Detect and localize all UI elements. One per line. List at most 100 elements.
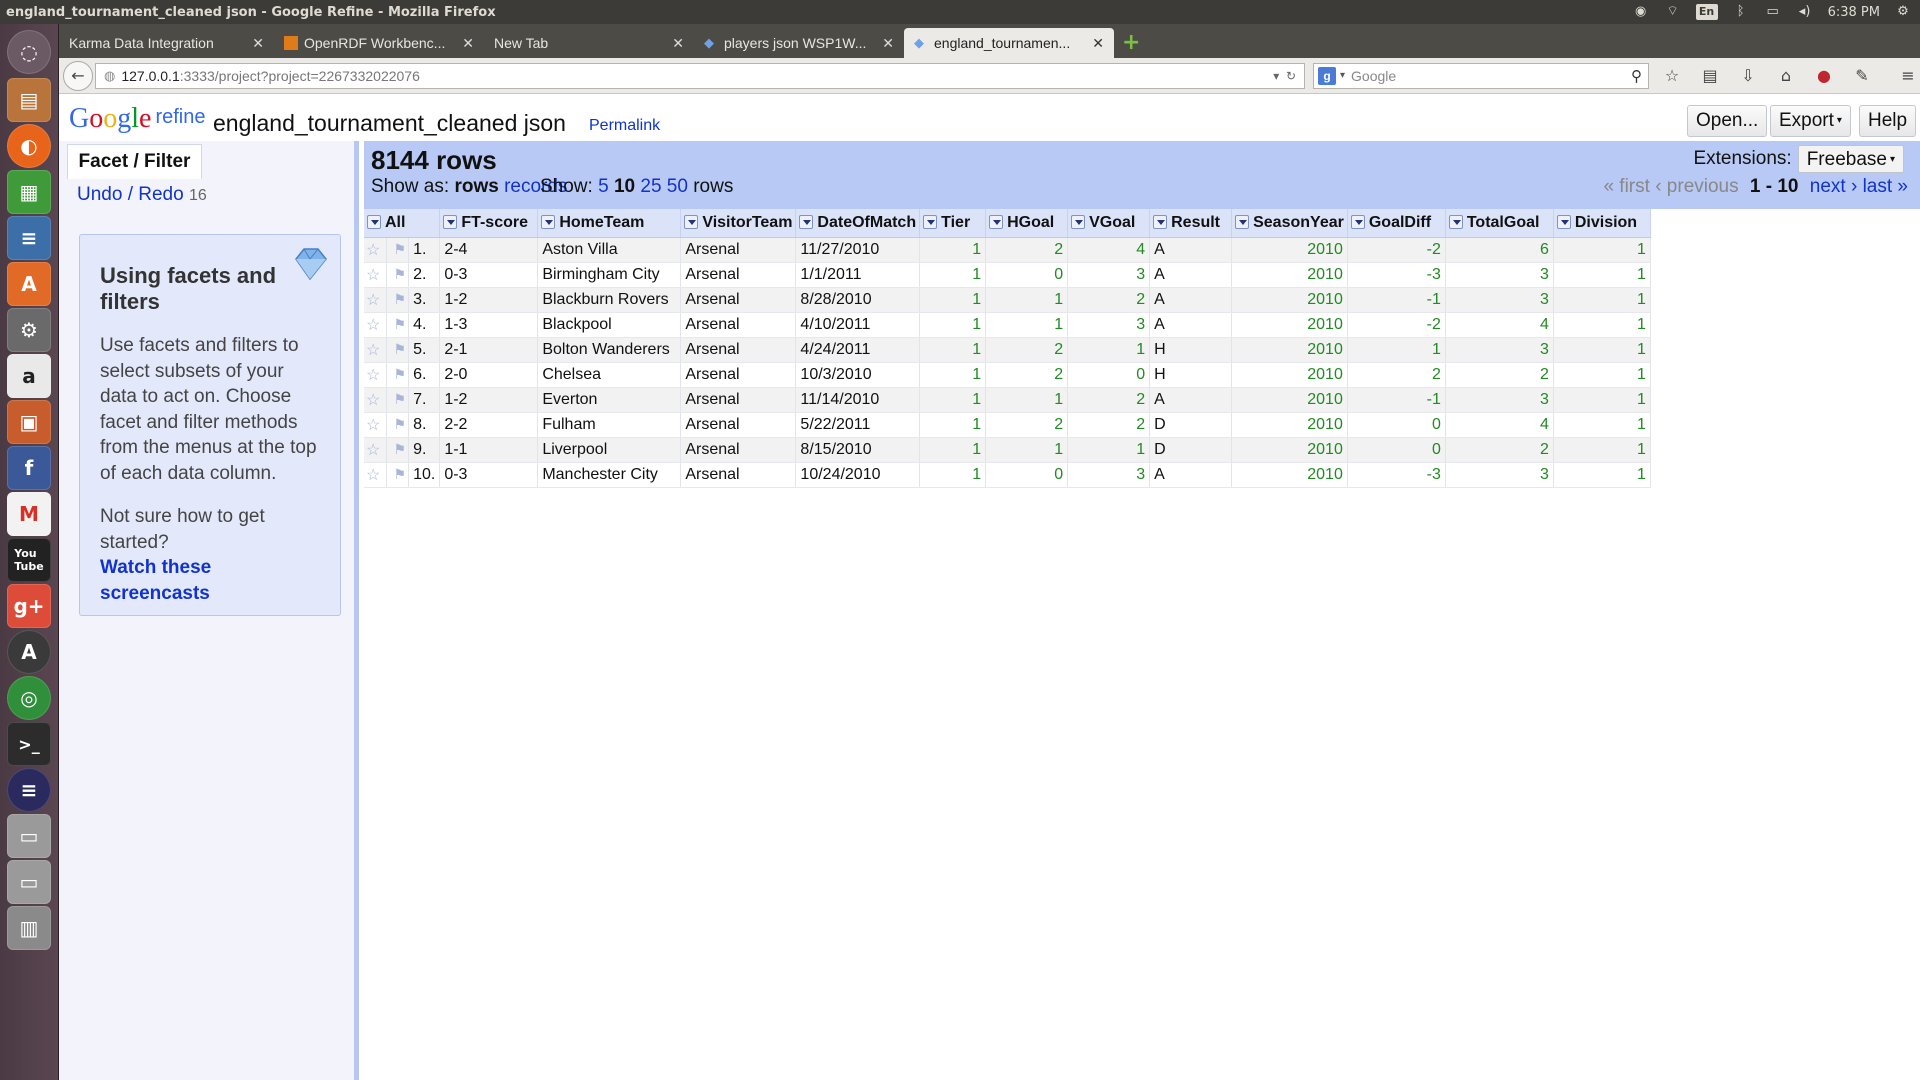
table-cell[interactable]: Arsenal — [680, 312, 797, 338]
amazon-icon[interactable]: a — [7, 354, 51, 398]
table-cell[interactable]: 2010 — [1231, 462, 1348, 488]
table-cell[interactable]: 4/24/2011 — [795, 337, 921, 363]
page-size-10[interactable]: 10 — [614, 176, 635, 197]
adblock-icon[interactable]: ● — [1815, 66, 1833, 85]
table-cell[interactable]: Blackburn Rovers — [537, 287, 682, 313]
table-cell[interactable]: 11/27/2010 — [795, 237, 921, 263]
table-cell[interactable]: -1 — [1347, 387, 1446, 413]
close-icon[interactable]: ✕ — [672, 35, 684, 52]
table-cell[interactable]: H — [1149, 337, 1233, 363]
table-cell[interactable]: 2010 — [1231, 437, 1348, 463]
table-cell[interactable]: 4 — [1067, 237, 1151, 263]
flag-icon[interactable]: ⚑ — [394, 366, 407, 382]
table-cell[interactable]: 2 — [985, 337, 1069, 363]
system-settings-icon[interactable]: ⚙ — [7, 308, 51, 352]
table-cell[interactable]: 1 — [1553, 237, 1651, 263]
table-cell[interactable]: 2010 — [1231, 362, 1348, 388]
star-icon[interactable]: ☆ — [366, 467, 380, 484]
table-cell[interactable]: 2010 — [1231, 412, 1348, 438]
search-input[interactable]: g ▾ Google ⚲ — [1313, 62, 1649, 89]
table-cell[interactable]: A — [1149, 262, 1233, 288]
column-header-dateofmatch[interactable]: DateOfMatch — [795, 209, 921, 238]
chrome-tray-icon[interactable]: ◉ — [1632, 4, 1650, 20]
url-bar[interactable]: ◍ 127.0.0.1:3333/project?project=2267332… — [95, 62, 1305, 89]
search-icon[interactable]: ⚲ — [1631, 67, 1648, 85]
table-cell[interactable]: 1 — [919, 412, 987, 438]
eclipse-icon[interactable]: ≡ — [7, 768, 51, 812]
software-center-icon[interactable]: A — [7, 262, 51, 306]
table-cell[interactable]: 1 — [985, 312, 1069, 338]
table-cell[interactable]: Arsenal — [680, 287, 797, 313]
pager-last[interactable]: last » — [1863, 176, 1908, 197]
table-cell[interactable]: A — [1149, 462, 1233, 488]
table-cell[interactable]: 1 — [1553, 362, 1651, 388]
table-cell[interactable]: 2-2 — [439, 412, 539, 438]
flag-icon[interactable]: ⚑ — [394, 341, 407, 357]
table-cell[interactable]: Liverpool — [537, 437, 682, 463]
table-cell[interactable]: 1 — [919, 362, 987, 388]
table-cell[interactable]: 4/10/2011 — [795, 312, 921, 338]
writer-icon[interactable]: ≡ — [7, 216, 51, 260]
wifi-icon[interactable]: ⌔ — [1664, 4, 1682, 20]
battery-icon[interactable]: ▭ — [1764, 4, 1782, 20]
flag-icon[interactable]: ⚑ — [394, 441, 407, 457]
table-cell[interactable]: 3 — [1445, 387, 1554, 413]
tab-england-tournament[interactable]: ◆ england_tournamen... ✕ — [904, 28, 1114, 58]
table-cell[interactable]: -1 — [1347, 287, 1446, 313]
close-icon[interactable]: ✕ — [462, 35, 474, 52]
column-menu-icon[interactable] — [1556, 214, 1571, 229]
table-cell[interactable]: 1 — [985, 437, 1069, 463]
table-cell[interactable]: 4 — [1445, 312, 1554, 338]
tab-new-tab[interactable]: New Tab ✕ — [484, 28, 694, 58]
table-cell[interactable]: 2010 — [1231, 337, 1348, 363]
table-cell[interactable]: 0 — [985, 262, 1069, 288]
table-cell[interactable]: 1 — [1347, 337, 1446, 363]
table-cell[interactable]: 3 — [1067, 312, 1151, 338]
table-cell[interactable]: A — [1149, 237, 1233, 263]
table-cell[interactable]: Aston Villa — [537, 237, 682, 263]
bookmarks-list-icon[interactable]: ▤ — [1701, 66, 1719, 85]
table-cell[interactable]: 1 — [1553, 387, 1651, 413]
close-icon[interactable]: ✕ — [252, 35, 264, 52]
table-cell[interactable]: 3 — [1445, 262, 1554, 288]
drive-icon[interactable]: ▭ — [7, 814, 51, 858]
table-cell[interactable]: 1-2 — [439, 387, 539, 413]
table-cell[interactable]: Arsenal — [680, 237, 797, 263]
table-cell[interactable]: Fulham — [537, 412, 682, 438]
table-cell[interactable]: 5/22/2011 — [795, 412, 921, 438]
pager-next[interactable]: next › — [1810, 176, 1858, 197]
table-cell[interactable]: 1 — [1553, 312, 1651, 338]
table-cell[interactable]: Manchester City — [537, 462, 682, 488]
column-header-totalgoal[interactable]: TotalGoal — [1445, 209, 1554, 238]
column-header-hgoal[interactable]: HGoal — [985, 209, 1069, 238]
flag-icon[interactable]: ⚑ — [394, 291, 407, 307]
close-icon[interactable]: ✕ — [1092, 35, 1104, 52]
column-header-vgoal[interactable]: VGoal — [1067, 209, 1151, 238]
column-header-ft-score[interactable]: FT-score — [439, 209, 539, 238]
table-cell[interactable]: 0 — [1347, 437, 1446, 463]
table-cell[interactable]: 2 — [985, 362, 1069, 388]
table-cell[interactable]: 1 — [1553, 462, 1651, 488]
column-menu-icon[interactable] — [1235, 214, 1250, 229]
column-header-goaldiff[interactable]: GoalDiff — [1347, 209, 1446, 238]
table-cell[interactable]: 2010 — [1231, 237, 1348, 263]
star-icon[interactable]: ☆ — [366, 267, 380, 284]
table-cell[interactable]: 3 — [1445, 462, 1554, 488]
column-menu-icon[interactable] — [799, 214, 814, 229]
table-cell[interactable]: 2010 — [1231, 387, 1348, 413]
table-cell[interactable]: 1 — [1553, 412, 1651, 438]
facebook-icon[interactable]: f — [7, 446, 51, 490]
star-icon[interactable]: ☆ — [366, 317, 380, 334]
column-menu-icon[interactable] — [1448, 214, 1463, 229]
new-tab-plus-icon[interactable]: + — [1122, 28, 1140, 58]
column-header-division[interactable]: Division — [1553, 209, 1651, 238]
undo-redo-tab[interactable]: Undo / Redo 16 — [77, 184, 207, 206]
flag-icon[interactable]: ⚑ — [394, 416, 407, 432]
table-cell[interactable]: 2 — [985, 412, 1069, 438]
table-cell[interactable]: Birmingham City — [537, 262, 682, 288]
table-cell[interactable]: -3 — [1347, 462, 1446, 488]
table-cell[interactable]: 10/24/2010 — [795, 462, 921, 488]
table-cell[interactable]: Blackpool — [537, 312, 682, 338]
gmail-icon[interactable]: M — [7, 492, 51, 536]
google-plus-icon[interactable]: g+ — [7, 584, 51, 628]
